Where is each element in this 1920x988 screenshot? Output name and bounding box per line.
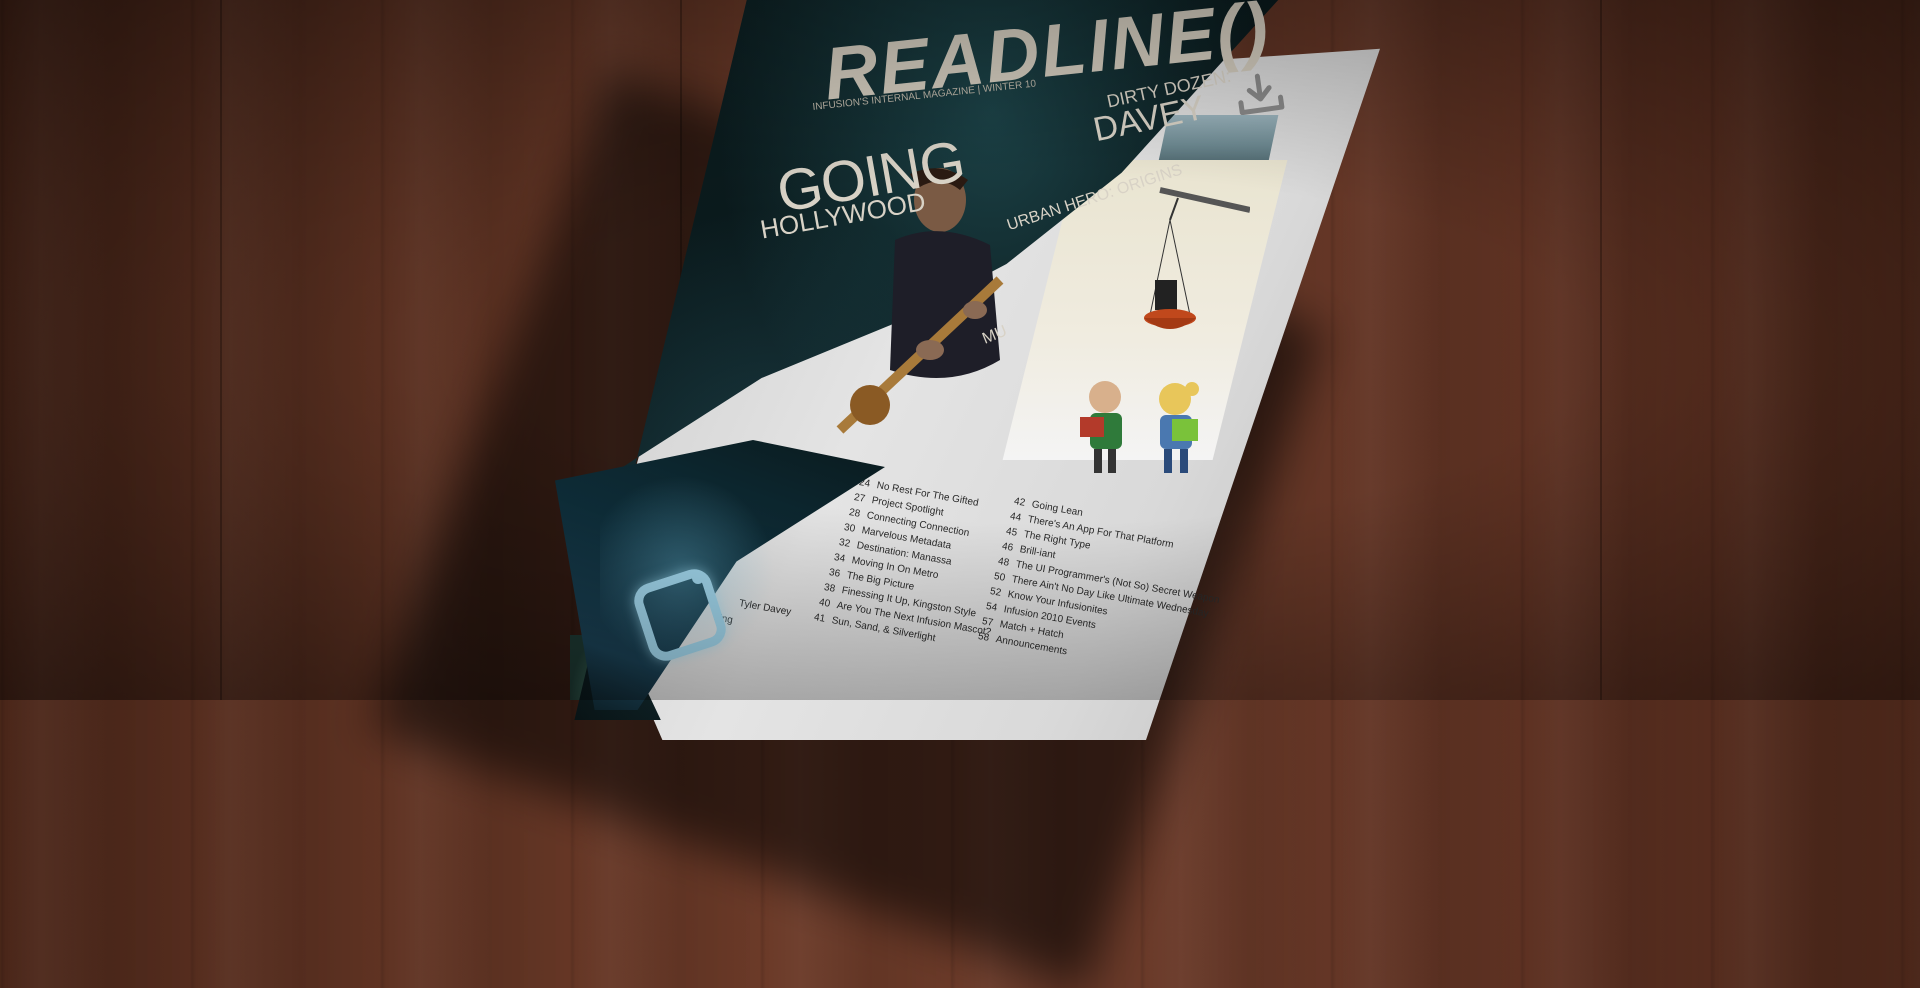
kids-illustration xyxy=(1080,381,1199,473)
crane-basket-illustration xyxy=(1144,187,1250,329)
logo-dot xyxy=(692,572,704,584)
download-icon[interactable] xyxy=(1232,72,1288,118)
